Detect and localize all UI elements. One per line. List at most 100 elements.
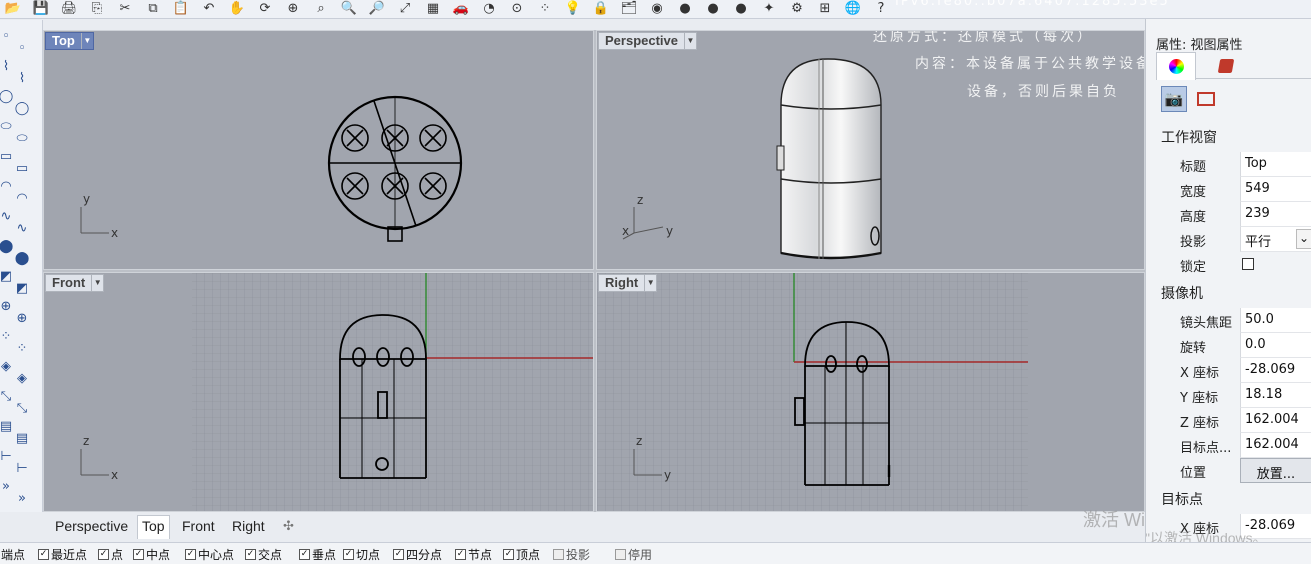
zoom-window-icon[interactable]: ⊕: [284, 1, 302, 17]
lightbulb-icon[interactable]: 💡: [564, 1, 582, 17]
osnap-10[interactable]: ✓ 顶点: [503, 546, 540, 563]
zoom-selected-icon[interactable]: 🔎: [368, 1, 386, 17]
viewport-front-tab[interactable]: Front ▼: [45, 274, 105, 292]
checkbox[interactable]: [615, 549, 626, 560]
chevron-down-icon[interactable]: ⌄: [1296, 229, 1311, 249]
expand-icon-alt[interactable]: »: [12, 490, 32, 508]
tab-top[interactable]: Top: [137, 515, 170, 539]
osnap-8[interactable]: ✓ 四分点: [393, 546, 442, 563]
checkbox[interactable]: ✓: [133, 549, 144, 560]
osnap-6[interactable]: ✓ 垂点: [299, 546, 336, 563]
block-icon-alt[interactable]: ▤: [12, 430, 32, 448]
osnap-1[interactable]: ✓ 最近点: [38, 546, 87, 563]
arc-icon-alt[interactable]: ◠: [12, 190, 32, 208]
property-value[interactable]: 239: [1240, 202, 1311, 227]
checkbox[interactable]: ✓: [98, 549, 109, 560]
place-button[interactable]: 放置...: [1240, 458, 1311, 483]
undo-icon[interactable]: ↶: [200, 1, 218, 17]
tab-perspective[interactable]: Perspective: [53, 517, 130, 535]
lock-icon[interactable]: 🔒: [592, 1, 610, 17]
osnap-0[interactable]: ✓端点: [0, 546, 25, 563]
property-value[interactable]: -28.069: [1240, 358, 1311, 383]
viewport-perspective-tab[interactable]: Perspective ▼: [598, 32, 697, 50]
camera-icon[interactable]: 📷: [1161, 86, 1187, 112]
shaded-sphere-icon[interactable]: ●: [676, 1, 694, 17]
color-wheel-tab[interactable]: [1156, 52, 1196, 80]
open-file-icon[interactable]: 📂: [4, 1, 22, 17]
transform-icon-alt[interactable]: ⤡: [12, 400, 32, 418]
checkbox[interactable]: ✓: [38, 549, 49, 560]
array-icon-alt[interactable]: ⁘: [12, 340, 32, 358]
viewport-top-tab[interactable]: Top ▼: [45, 32, 94, 50]
surface-icon-alt[interactable]: ◩: [12, 280, 32, 298]
copy-icon[interactable]: ⎘: [88, 1, 106, 17]
checkbox[interactable]: ✓: [393, 549, 404, 560]
viewport-right-tab[interactable]: Right ▼: [598, 274, 658, 292]
zoom-all-icon[interactable]: ⤢: [396, 1, 414, 17]
checkbox[interactable]: ✓: [245, 549, 256, 560]
lock-checkbox[interactable]: [1242, 258, 1254, 270]
checkbox[interactable]: ✓: [503, 549, 514, 560]
chevron-down-icon[interactable]: ▼: [80, 33, 93, 49]
point-icon-alt[interactable]: ◦: [12, 40, 32, 58]
magic-wand-icon[interactable]: ✦: [760, 1, 778, 17]
rectangle-icon-alt[interactable]: ▭: [12, 160, 32, 178]
curve-icon-alt[interactable]: ∿: [12, 220, 32, 238]
rotate-view-icon[interactable]: ⟳: [256, 1, 274, 17]
four-viewports-icon[interactable]: ▦: [424, 1, 442, 17]
duplicate-icon[interactable]: ⧉: [144, 1, 162, 17]
viewport-top[interactable]: Top ▼ x y: [43, 30, 594, 270]
grid-snap-icon[interactable]: ⊞: [816, 1, 834, 17]
viewport-perspective[interactable]: Perspective ▼ 还原方式：还原模式（每次） 内容：本设备属于公共教学…: [596, 30, 1145, 270]
chevron-down-icon[interactable]: ▼: [644, 275, 656, 291]
blue-sphere-icon[interactable]: ●: [732, 1, 750, 17]
osnap-4[interactable]: ✓ 中心点: [185, 546, 234, 563]
property-value[interactable]: 0.0: [1240, 333, 1311, 358]
chevron-down-icon[interactable]: ▼: [91, 275, 103, 291]
osnap-9[interactable]: ✓ 节点: [455, 546, 492, 563]
checkbox[interactable]: ✓: [299, 549, 310, 560]
tab-front[interactable]: Front: [180, 517, 217, 535]
layer-icon[interactable]: 🗂: [620, 1, 638, 17]
property-value[interactable]: Top: [1240, 152, 1311, 177]
car-icon[interactable]: 🚗: [452, 1, 470, 17]
save-icon[interactable]: 💾: [32, 1, 50, 17]
viewport-right[interactable]: Right ▼ y z: [596, 272, 1145, 512]
osnap-3[interactable]: ✓ 中点: [133, 546, 170, 563]
property-value[interactable]: 549: [1240, 177, 1311, 202]
zoom-extents-icon[interactable]: 🔍: [340, 1, 358, 17]
material-tab[interactable]: [1206, 52, 1246, 79]
polyline-icon-alt[interactable]: ⌇: [12, 70, 32, 88]
checkbox[interactable]: ✓: [185, 549, 196, 560]
chevron-down-icon[interactable]: ▼: [684, 33, 696, 49]
solid-sphere-icon-alt[interactable]: ⬤: [12, 250, 32, 268]
help-icon[interactable]: ?: [872, 1, 890, 17]
ellipse-icon-alt[interactable]: ⬭: [12, 130, 32, 148]
osnap-12[interactable]: 停用: [615, 546, 652, 563]
viewport-front[interactable]: Front ▼ x z: [43, 272, 594, 512]
gear-icon[interactable]: ⚙: [788, 1, 806, 17]
osnap-7[interactable]: ✓ 切点: [343, 546, 380, 563]
boolean-icon-alt[interactable]: ⊕: [12, 310, 32, 328]
print-icon[interactable]: 🖨: [60, 1, 78, 17]
property-value[interactable]: 162.004: [1240, 408, 1311, 433]
paste-icon[interactable]: 📋: [172, 1, 190, 17]
osnap-5[interactable]: ✓ 交点: [245, 546, 282, 563]
checkbox[interactable]: ✓: [343, 549, 354, 560]
pan-hand-icon[interactable]: ✋: [228, 1, 246, 17]
set-view-icon[interactable]: ⊙: [508, 1, 526, 17]
tab-right[interactable]: Right: [230, 517, 267, 535]
color-wheel-icon[interactable]: ◉: [648, 1, 666, 17]
frame-icon[interactable]: [1193, 86, 1219, 112]
osnap-11[interactable]: 投影: [553, 546, 590, 563]
zoom-dynamic-icon[interactable]: ⌕: [312, 1, 330, 17]
osnap-2[interactable]: ✓ 点: [98, 546, 123, 563]
performance-icon[interactable]: ◔: [480, 1, 498, 17]
add-tab-icon[interactable]: ✣: [281, 517, 296, 535]
select-points-icon[interactable]: ⁘: [536, 1, 554, 17]
rendered-sphere-icon[interactable]: ●: [704, 1, 722, 17]
circle-icon-alt[interactable]: ◯: [12, 100, 32, 118]
property-value[interactable]: 162.004: [1240, 433, 1311, 458]
dimension-icon-alt[interactable]: ⊢: [12, 460, 32, 478]
property-value[interactable]: 50.0: [1240, 308, 1311, 333]
